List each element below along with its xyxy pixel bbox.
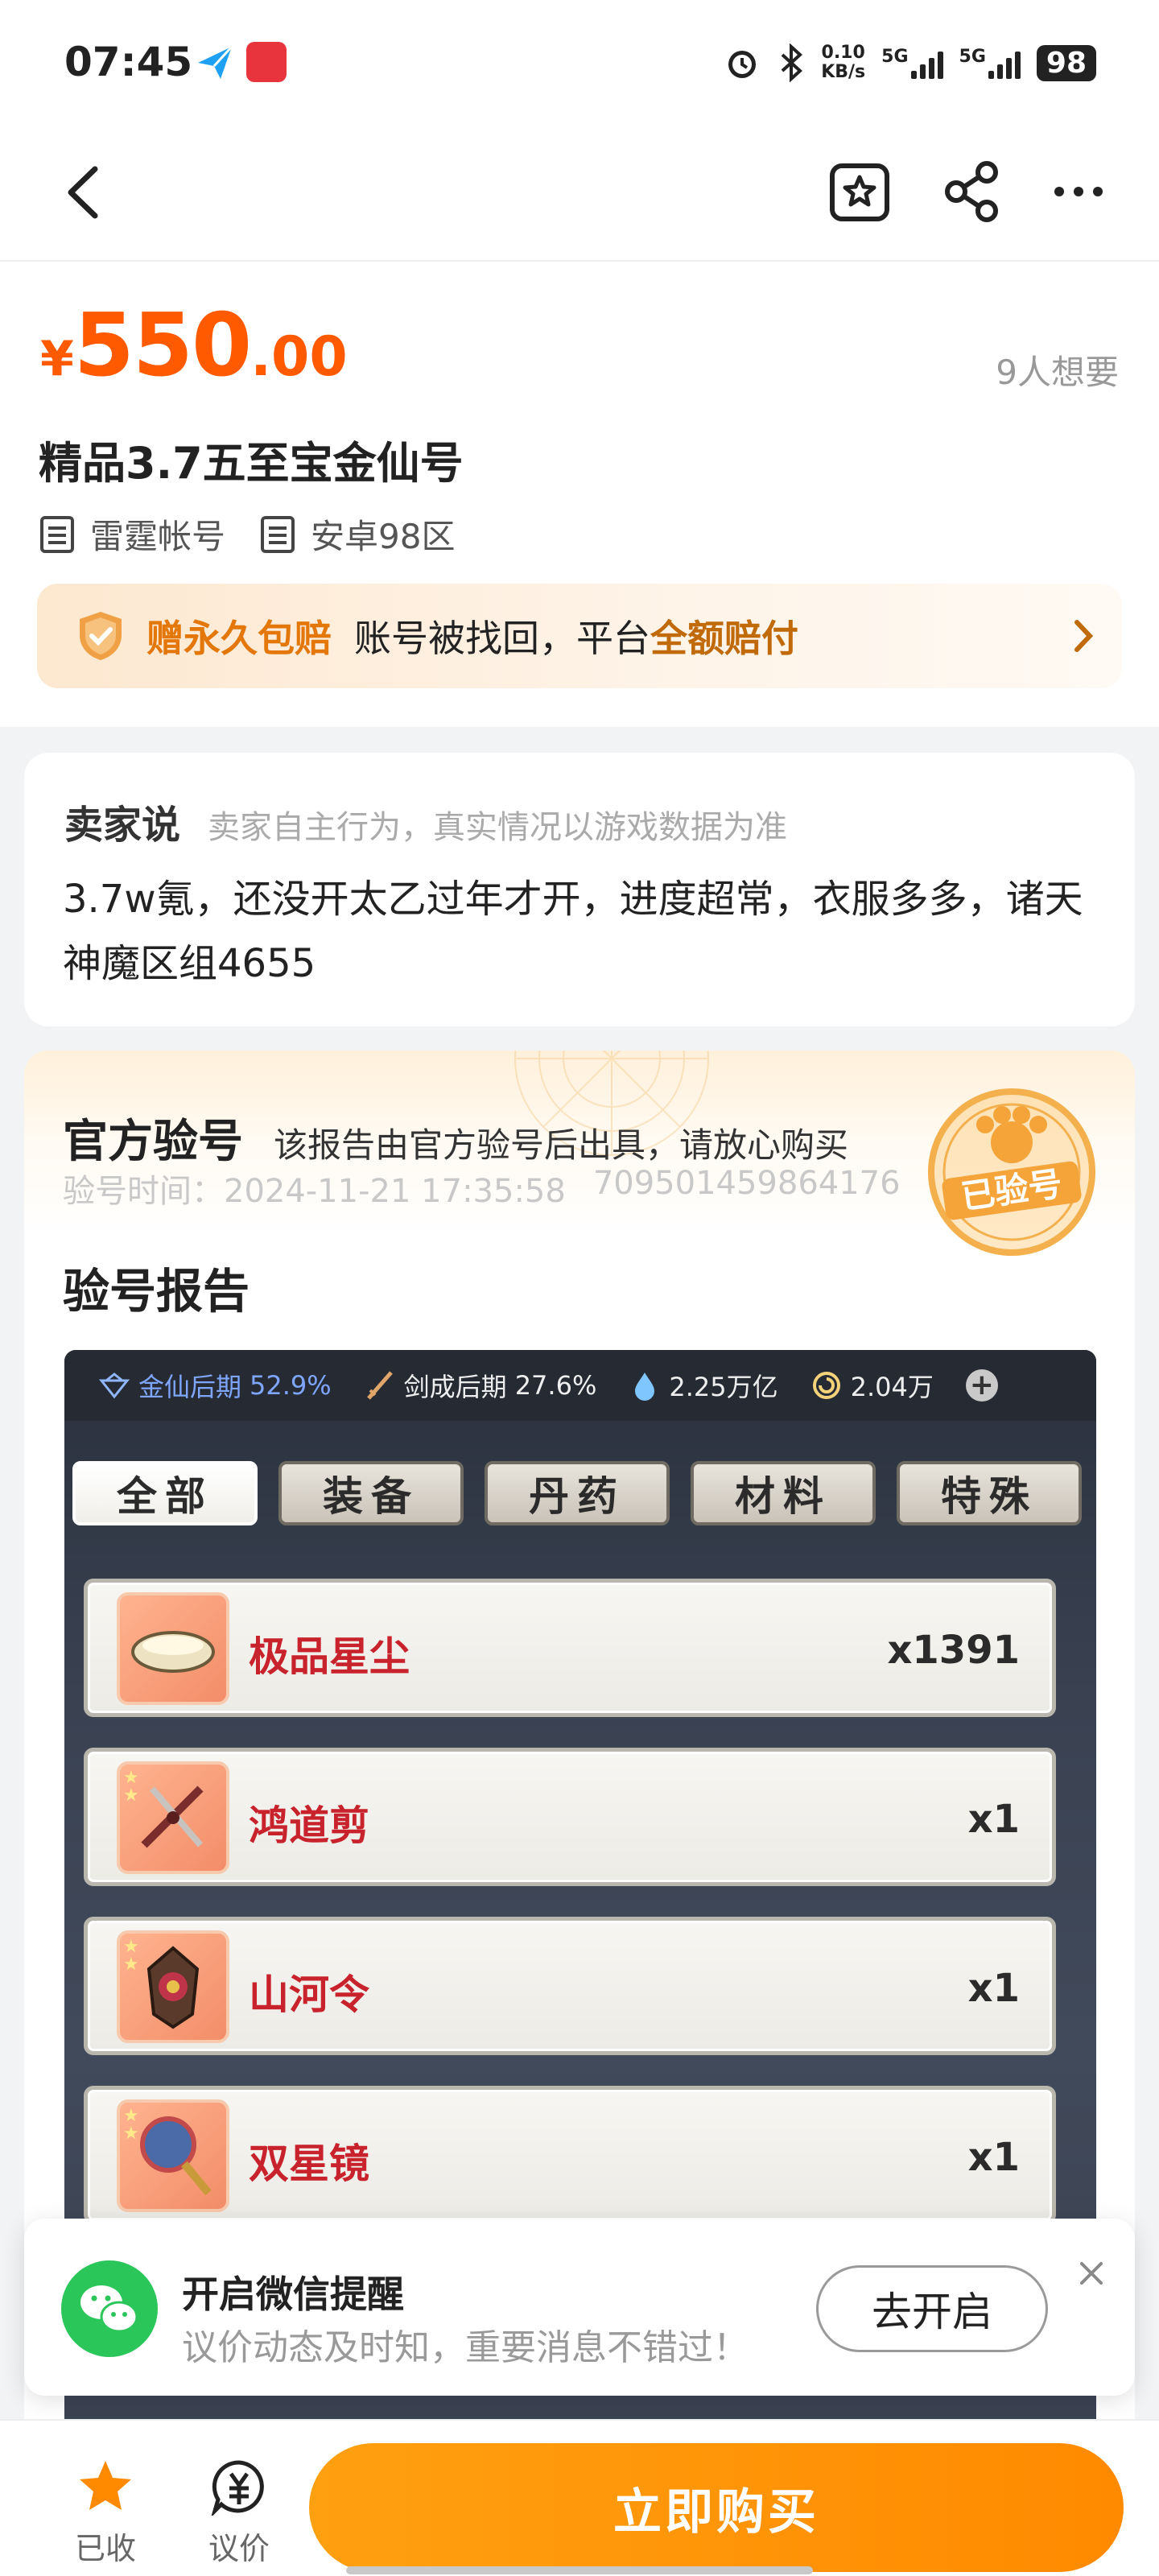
game-tabs: 全部 装备 丹药 材料 特殊 (72, 1461, 1082, 1525)
send-app-icon (198, 45, 233, 79)
verified-stamp-icon: 已验号 (928, 1088, 1095, 1256)
stat-sword: 剑成后期 27.6% (364, 1367, 596, 1404)
star-filled-icon (80, 2461, 131, 2510)
tag-server: 安卓98区 (259, 510, 455, 559)
bargain-label: 议价 (208, 2531, 270, 2566)
popup-title: 开启微信提醒 (182, 2273, 404, 2316)
report-title: 验号报告 (63, 1264, 250, 1319)
spiral-coin-icon (812, 1372, 840, 1399)
close-icon[interactable] (1077, 2259, 1106, 2288)
wechat-icon (61, 2260, 158, 2357)
list-item: ★ ★ 双星镜 x1 (84, 2086, 1056, 2224)
back-arrow-icon[interactable] (61, 164, 106, 221)
mirror-treasure-icon: ★ ★ (117, 2099, 229, 2212)
signal-2: 5G (959, 47, 1021, 79)
list-item: ★ ★ 鸿道剪 x1 (84, 1748, 1056, 1886)
game-tab-equipment: 装备 (278, 1461, 464, 1525)
game-tab-special: 特殊 (897, 1461, 1082, 1525)
home-indicator (346, 2566, 813, 2574)
document-icon (40, 515, 74, 553)
scissors-treasure-icon: ★ ★ (117, 1761, 229, 1874)
official-title: 官方验号 (63, 1116, 243, 1168)
guarantee-highlight: 全额赔付 (650, 617, 798, 660)
list-item: ★ ★ 山河令 x1 (84, 1917, 1056, 2055)
enable-reminder-button[interactable]: 去开启 (816, 2265, 1048, 2352)
report-id: 709501459864176 (592, 1165, 901, 1202)
signal-bars-icon (910, 47, 943, 79)
share-icon[interactable] (937, 156, 1008, 227)
game-item-list: 极品星尘 x1391 ★ ★ 鸿道剪 x1 ★ ★ 山河令 x1 ★ ★ 双星镜… (84, 1579, 1056, 2255)
price: ¥550.00 (40, 295, 348, 396)
seller-disclaimer: 卖家自主行为，真实情况以游戏数据为准 (208, 809, 788, 846)
stat-currency: 2.04万 (810, 1367, 934, 1404)
stat-cultivation: 金仙后期 52.9% (98, 1367, 332, 1404)
seller-says-card: 卖家说 卖家自主行为，真实情况以游戏数据为准 3.7w氪，还没开太乙过年才开，进… (24, 753, 1135, 1026)
stat-spirit-stone: 2.25万亿 (629, 1367, 778, 1404)
guarantee-badge: 赠永久包赔 (146, 617, 332, 660)
product-card: ¥550.00 9人想要 精品3.7五至宝金仙号 雷霆帐号 安卓98区 赠永久包… (0, 262, 1159, 727)
app-notification-icon (246, 42, 287, 82)
net-speed: 0.10 KB/s (821, 43, 866, 82)
guarantee-banner[interactable]: 赠永久包赔 账号被找回，平台 全额赔付 (37, 584, 1122, 688)
token-treasure-icon: ★ ★ (117, 1930, 229, 2043)
product-title: 精品3.7五至宝金仙号 (39, 438, 464, 489)
game-tab-all: 全部 (72, 1461, 258, 1525)
favorite-button[interactable]: 已收藏 (61, 2458, 150, 2576)
buy-now-button[interactable]: 立即购买 (309, 2443, 1124, 2572)
stardust-icon (117, 1592, 229, 1705)
popup-subtitle: 议价动态及时知，重要消息不错过！ (182, 2327, 749, 2368)
cultivation-icon (98, 1373, 130, 1399)
yuan-bubble-icon (210, 2460, 264, 2518)
wechat-reminder-popup: 开启微信提醒 议价动态及时知，重要消息不错过！ 去开启 (24, 2219, 1135, 2396)
product-tags: 雷霆帐号 安卓98区 (39, 510, 455, 559)
status-bar: 07:45 0.10 KB/s 5G 5G 98 (0, 0, 1159, 121)
seller-description: 3.7w氪，还没开太乙过年才开，进度超常，衣服多多，诸天神魔区组4655 (63, 877, 1083, 986)
water-drop-icon (635, 1373, 655, 1401)
bargain-button[interactable]: 议价 (195, 2458, 283, 2568)
more-icon[interactable] (1043, 156, 1114, 227)
favorite-star-icon[interactable] (824, 156, 895, 227)
want-count: 9人想要 (996, 353, 1119, 392)
sword-icon (366, 1371, 393, 1400)
status-time: 07:45 (64, 39, 193, 85)
battery-level: 98 (1036, 44, 1096, 81)
verification-time: 验号时间：2024-11-21 17:35:58 (63, 1173, 566, 1210)
bottom-action-bar: 已收藏 议价 立即购买 (0, 2419, 1159, 2576)
official-note: 该报告由官方验号后出具，请放心购买 (274, 1125, 849, 1165)
alarm-icon (728, 51, 757, 78)
chevron-right-icon (1074, 620, 1094, 652)
list-item: 极品星尘 x1391 (84, 1579, 1056, 1717)
shield-check-icon (80, 612, 122, 660)
document-icon (261, 515, 295, 553)
seller-says-label: 卖家说 (64, 803, 181, 848)
signal-bars-icon (988, 47, 1021, 79)
guarantee-text: 账号被找回，平台 (354, 617, 650, 660)
plus-icon: + (965, 1369, 998, 1402)
game-tab-materials: 材料 (691, 1461, 876, 1525)
game-tab-pills: 丹药 (485, 1461, 670, 1525)
signal-1: 5G (881, 47, 943, 79)
bluetooth-icon (781, 43, 803, 82)
favorite-label: 已收藏 (74, 2531, 136, 2576)
tag-account-type: 雷霆帐号 (39, 510, 225, 559)
nav-bar (0, 121, 1159, 262)
game-stats-bar: 金仙后期 52.9% 剑成后期 27.6% 2.25万亿 2.04万 + (64, 1350, 1096, 1421)
